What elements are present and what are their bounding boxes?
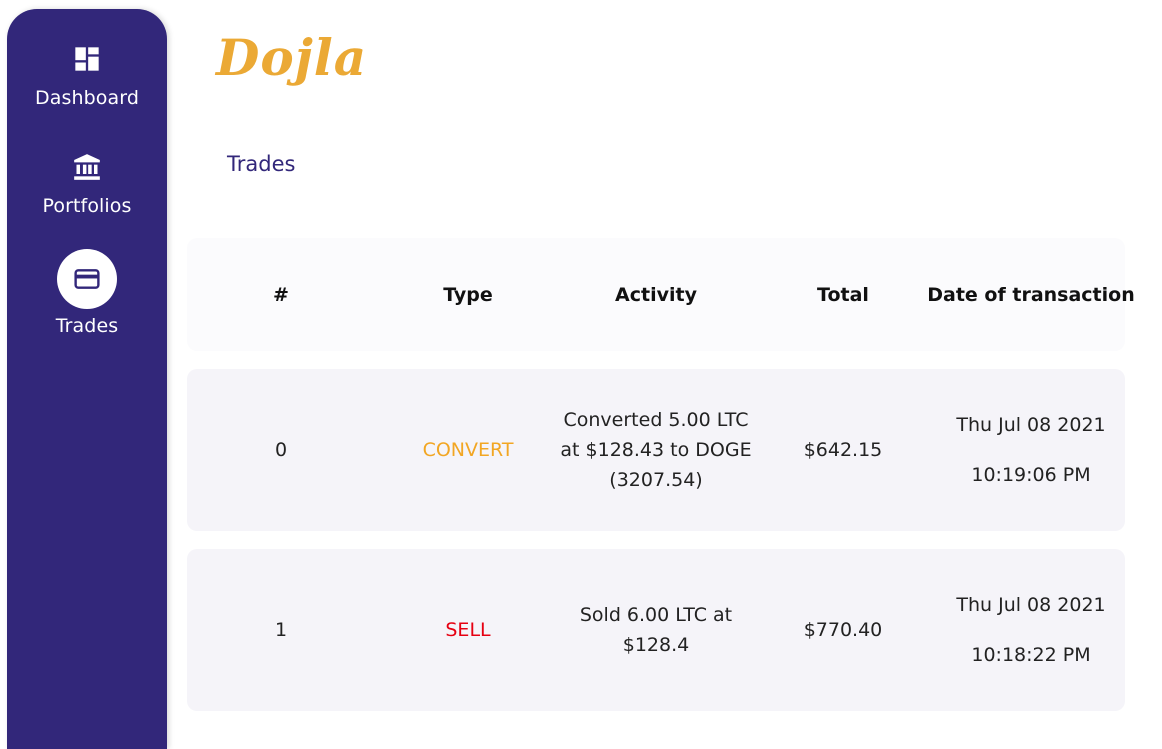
- row-date-time: 10:18:22 PM: [971, 644, 1091, 666]
- column-header-activity: Activity: [615, 283, 697, 306]
- row-date: Thu Jul 08 2021 10:18:22 PM: [927, 549, 1135, 711]
- column-header-type: Type: [443, 283, 493, 306]
- bank-icon: [74, 154, 100, 180]
- row-date-day: Thu Jul 08 2021: [956, 414, 1106, 436]
- row-number: 0: [274, 439, 288, 461]
- page-title: Trades: [227, 152, 296, 176]
- column-header-total: Total: [817, 283, 869, 306]
- row-date: Thu Jul 08 2021 10:19:06 PM: [927, 369, 1135, 531]
- active-indicator: [57, 249, 117, 309]
- row-number: 1: [274, 619, 288, 641]
- table-row[interactable]: 0 CONVERT Converted 5.00 LTC at $128.43 …: [187, 369, 1125, 531]
- sidebar: Dashboard Portfolios Trades: [7, 9, 167, 749]
- row-total: $642.15: [803, 439, 883, 461]
- sidebar-item-trades[interactable]: Trades: [7, 249, 167, 337]
- row-type: SELL: [445, 619, 491, 641]
- row-total: $770.40: [803, 619, 883, 641]
- sidebar-item-label: Portfolios: [42, 195, 132, 217]
- row-date-time: 10:19:06 PM: [971, 464, 1091, 486]
- row-type: CONVERT: [422, 439, 514, 461]
- dashboard-icon: [75, 47, 99, 71]
- sidebar-item-label: Trades: [55, 315, 119, 337]
- column-header-date: Date of transaction: [927, 283, 1135, 306]
- sidebar-item-portfolios[interactable]: Portfolios: [7, 153, 167, 217]
- column-header-number: #: [273, 283, 289, 306]
- table-header: # Type Activity Total Date of transactio…: [187, 238, 1135, 351]
- sidebar-item-dashboard[interactable]: Dashboard: [7, 45, 167, 109]
- credit-card-icon: [74, 269, 100, 289]
- row-activity: Converted 5.00 LTC at $128.43 to DOGE (3…: [560, 409, 752, 491]
- app-logo[interactable]: Dojla: [216, 28, 367, 87]
- row-date-day: Thu Jul 08 2021: [956, 594, 1106, 616]
- row-activity: Sold 6.00 LTC at $128.4: [579, 604, 733, 656]
- table-row[interactable]: 1 SELL Sold 6.00 LTC at $128.4 $770.40 T…: [187, 549, 1125, 711]
- sidebar-item-label: Dashboard: [35, 87, 139, 109]
